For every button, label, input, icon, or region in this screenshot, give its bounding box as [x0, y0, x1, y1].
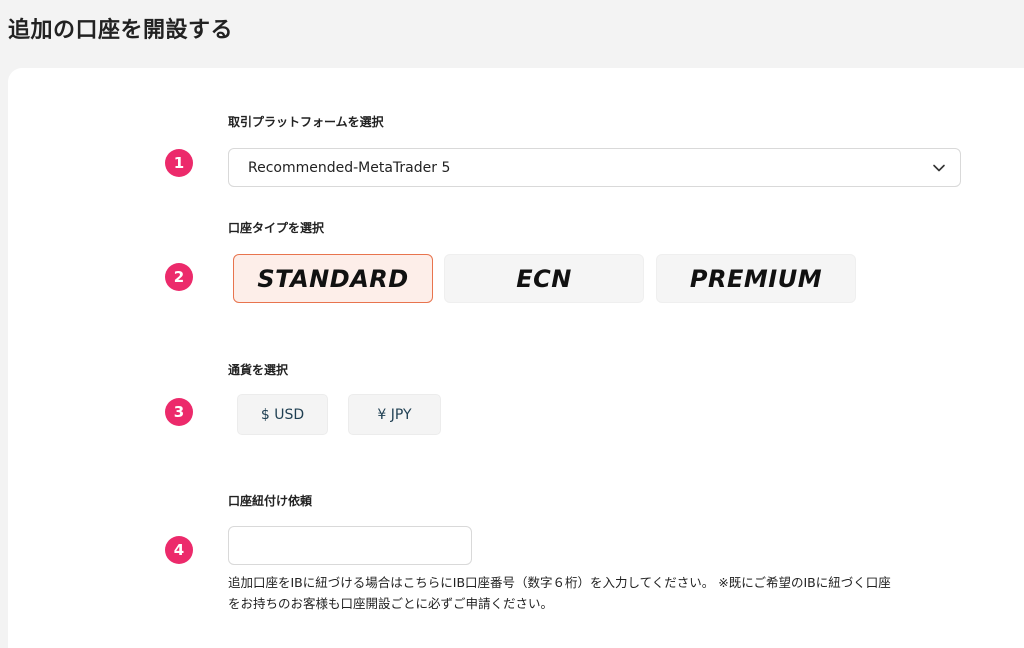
- account-type-section-label: 口座タイプを選択: [228, 221, 325, 235]
- currency-jpy-button[interactable]: ¥ JPY: [348, 394, 441, 435]
- account-type-ecn-button[interactable]: ECN: [444, 254, 644, 303]
- ib-help-text: 追加口座をIBに紐づける場合はこちらにIB口座番号（数字６桁）を入力してください…: [228, 572, 988, 614]
- currency-section-label: 通貨を選択: [228, 363, 289, 377]
- platform-section-label: 取引プラットフォームを選択: [228, 115, 384, 129]
- ib-help-text-line2: をお持ちのお客様も口座開設ごとに必ずご申請ください。: [228, 596, 554, 611]
- ib-account-number-input[interactable]: [228, 526, 472, 565]
- account-type-premium-button[interactable]: PREMIUM: [656, 254, 856, 303]
- step-badge-3: 3: [165, 398, 193, 426]
- account-type-standard-button[interactable]: STANDARD: [233, 254, 433, 303]
- ib-help-text-line1: 追加口座をIBに紐づける場合はこちらにIB口座番号（数字６桁）を入力してください…: [228, 575, 891, 590]
- step-badge-1: 1: [165, 149, 193, 177]
- platform-select-value: Recommended-MetaTrader 5: [248, 159, 451, 176]
- step-badge-2: 2: [165, 263, 193, 291]
- ib-link-section-label: 口座紐付け依頼: [228, 494, 313, 508]
- platform-select[interactable]: Recommended-MetaTrader 5: [228, 148, 961, 187]
- currency-usd-button[interactable]: $ USD: [237, 394, 328, 435]
- step-badge-4: 4: [165, 536, 193, 564]
- chevron-down-icon: [933, 164, 945, 171]
- page-title: 追加の口座を開設する: [8, 18, 234, 43]
